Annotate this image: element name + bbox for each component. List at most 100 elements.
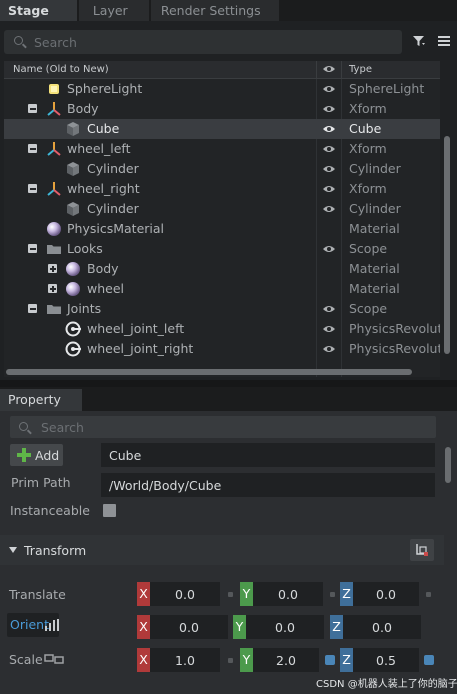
instanceable-checkbox[interactable] [103, 504, 116, 517]
tree-row-material-wheel[interactable]: wheel Material [4, 279, 440, 299]
tree-row-body[interactable]: Body Xform [4, 99, 440, 119]
tab-layer[interactable]: Layer [78, 0, 149, 21]
expand-icon[interactable] [48, 284, 57, 293]
scale-x-key-dot[interactable] [228, 658, 233, 663]
tree-row-type: Material [349, 221, 400, 236]
tree-row-type: PhysicsRevolute [349, 321, 440, 336]
property-search-input[interactable]: Search [10, 416, 436, 438]
tree-row-cylinder[interactable]: Cylinder Cylinder [4, 159, 440, 179]
tree-row-name: Cylinder [87, 201, 139, 216]
visibility-eye-icon[interactable] [322, 344, 336, 354]
tree-row-name: Body [67, 101, 99, 116]
scale-y-field[interactable]: 2.0 [253, 648, 319, 672]
scale-z-axis-label: Z [340, 648, 353, 672]
menu-icon[interactable] [437, 34, 451, 48]
translate-y-key-dot[interactable] [330, 592, 335, 597]
visibility-eye-icon[interactable] [322, 324, 336, 334]
translate-y-field[interactable]: 0.0 [253, 582, 323, 606]
tree-row-cube-selected[interactable]: Cube Cube [4, 119, 440, 139]
transform-section-header[interactable]: Transform [0, 535, 444, 565]
tree-row-spherelight[interactable]: SphereLight SphereLight [4, 79, 440, 99]
tree-row-name: wheel_left [67, 141, 131, 156]
sphere-light-icon [49, 84, 59, 94]
column-name-header[interactable]: Name (Old to New) [13, 64, 109, 75]
collapse-icon[interactable] [28, 104, 37, 113]
tree-row-name: wheel_right [67, 181, 140, 196]
tree-row-name: wheel_joint_left [87, 321, 185, 336]
visibility-eye-icon[interactable] [322, 184, 336, 194]
scale-y-modified-indicator[interactable] [325, 655, 335, 665]
tree-row-type: Scope [349, 241, 388, 256]
orient-x-field[interactable]: 0.0 [150, 615, 228, 639]
scale-z-field[interactable]: 0.5 [353, 648, 419, 672]
translate-x-key-dot[interactable] [228, 592, 233, 597]
collapse-icon[interactable] [28, 144, 37, 153]
scale-x-axis-label: X [137, 648, 150, 672]
tab-property[interactable]: Property [0, 389, 82, 411]
column-type-header[interactable]: Type [349, 64, 372, 75]
xform-icon [47, 182, 61, 196]
tree-row-joint-left[interactable]: wheel_joint_left PhysicsRevolute [4, 319, 440, 339]
orient-y-field[interactable]: 0.0 [246, 615, 324, 639]
prim-name-field[interactable]: Cube [101, 443, 435, 467]
stage-horizontal-scrollbar[interactable] [6, 369, 412, 375]
tree-row-cylinder[interactable]: Cylinder Cylinder [4, 199, 440, 219]
visibility-eye-icon[interactable] [322, 144, 336, 154]
tree-row-type: Material [349, 281, 400, 296]
visibility-eye-icon[interactable] [322, 84, 336, 94]
visibility-eye-icon[interactable] [322, 104, 336, 114]
translate-x-field[interactable]: 0.0 [150, 582, 220, 606]
tree-row-wheel-left[interactable]: wheel_left Xform [4, 139, 440, 159]
scale-x-field[interactable]: 1.0 [150, 648, 220, 672]
tree-row-joint-right[interactable]: wheel_joint_right PhysicsRevolute [4, 339, 440, 359]
property-scrollbar[interactable] [445, 447, 451, 483]
tree-header: Name (Old to New) Type [4, 61, 440, 79]
translate-label: Translate [9, 587, 66, 602]
translate-z-key-dot[interactable] [426, 592, 431, 597]
tab-stage[interactable]: Stage [0, 0, 77, 21]
material-sphere-icon [47, 222, 61, 236]
search-icon [14, 36, 23, 45]
tree-row-looks[interactable]: Looks Scope [4, 239, 440, 259]
tree-row-physicsmaterial[interactable]: PhysicsMaterial Material [4, 219, 440, 239]
tree-row-type: Cylinder [349, 161, 401, 176]
tree-row-joints[interactable]: Joints Scope [4, 299, 440, 319]
filter-icon[interactable] [412, 34, 426, 48]
panel-tabs: Stage Layer Render Settings [0, 0, 457, 21]
tree-row-type: SphereLight [349, 81, 425, 96]
link-scale-icon[interactable] [44, 654, 64, 664]
tree-row-material-body[interactable]: Body Material [4, 259, 440, 279]
visibility-eye-icon[interactable] [322, 204, 336, 214]
visibility-eye-icon[interactable] [322, 244, 336, 254]
collapse-icon[interactable] [28, 304, 37, 313]
material-sphere-icon [66, 262, 80, 276]
visibility-eye-icon[interactable] [322, 304, 336, 314]
expand-icon[interactable] [48, 264, 57, 273]
tree-row-wheel-right[interactable]: wheel_right Xform [4, 179, 440, 199]
tab-render-settings[interactable]: Render Settings [150, 0, 279, 21]
tree-row-type: PhysicsRevolute [349, 341, 440, 356]
tree-row-name: wheel [87, 281, 124, 296]
transform-context-button[interactable] [410, 539, 434, 561]
translate-z-axis-label: Z [340, 582, 353, 606]
visibility-eye-icon[interactable] [322, 164, 336, 174]
scale-z-modified-indicator[interactable] [424, 655, 434, 665]
translate-z-field[interactable]: 0.0 [353, 582, 419, 606]
tree-row-type: Cylinder [349, 201, 401, 216]
panel-splitter[interactable] [0, 380, 457, 387]
prim-path-field[interactable]: /World/Body/Cube [101, 473, 435, 497]
orient-z-field[interactable]: 0.0 [343, 615, 421, 639]
collapse-triangle-icon[interactable] [9, 547, 17, 553]
visibility-eye-icon[interactable] [322, 124, 336, 134]
stage-vertical-scrollbar[interactable] [444, 136, 450, 354]
tree-row-type: Xform [349, 101, 387, 116]
xform-icon [47, 142, 61, 156]
collapse-icon[interactable] [28, 244, 37, 253]
watermark-text: CSDN @机器人装上了你的脑子 [316, 679, 457, 690]
collapse-icon[interactable] [28, 184, 37, 193]
add-button[interactable]: Add [10, 444, 63, 466]
stage-search-input[interactable]: Search [4, 30, 402, 54]
tree-row-type: Material [349, 261, 400, 276]
tree-row-name: Joints [67, 301, 102, 316]
orient-mode-button[interactable]: Orient [7, 613, 59, 637]
